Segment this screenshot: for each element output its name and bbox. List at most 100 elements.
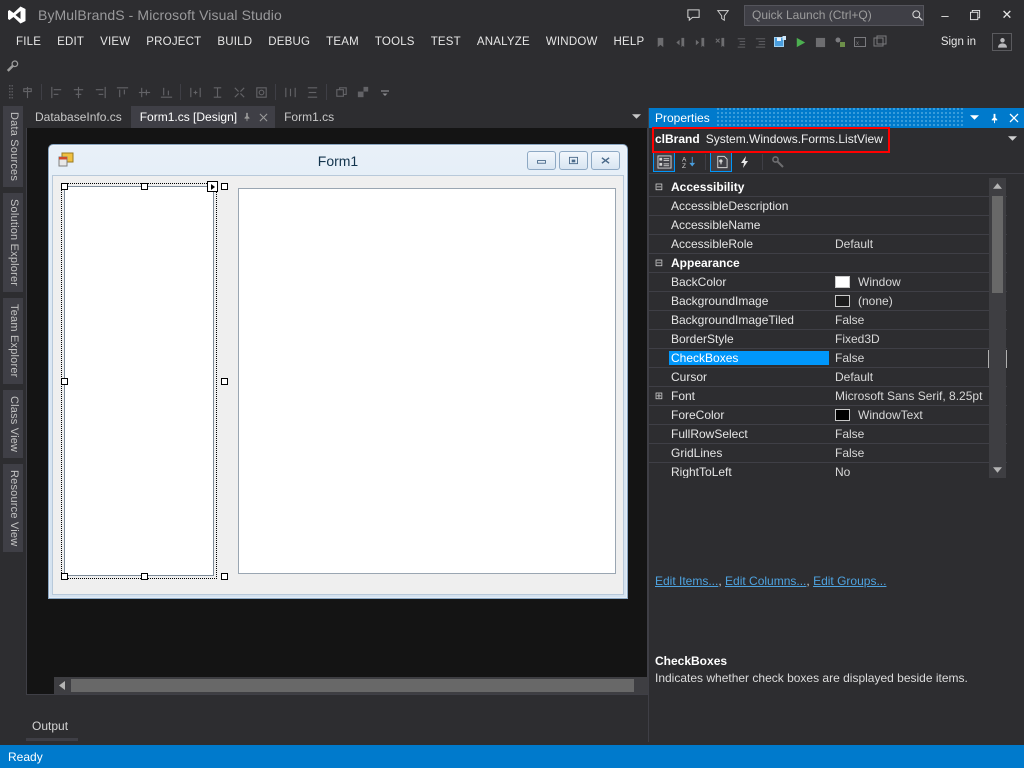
xml-window-icon[interactable]: x: [850, 31, 870, 53]
menu-item-build[interactable]: BUILD: [209, 30, 260, 54]
previous-bookmark-icon[interactable]: [670, 31, 690, 53]
property-row-font[interactable]: ⊞ Font Microsoft Sans Serif, 8.25pt: [649, 387, 1007, 406]
pin-icon[interactable]: [984, 108, 1004, 128]
menu-item-view[interactable]: VIEW: [92, 30, 138, 54]
align-middles-icon[interactable]: [133, 81, 155, 103]
property-grid-scrollbar[interactable]: [989, 178, 1006, 478]
pin-icon[interactable]: [239, 107, 254, 127]
tab-databaseinfo-cs[interactable]: DatabaseInfo.cs: [26, 106, 131, 128]
property-value[interactable]: Microsoft Sans Serif, 8.25pt: [829, 389, 1007, 403]
property-row-borderstyle[interactable]: BorderStyle Fixed3D: [649, 330, 1007, 349]
sidebar-item-resource-view[interactable]: Resource View: [3, 463, 23, 553]
menu-item-project[interactable]: PROJECT: [138, 30, 209, 54]
property-row-gridlines[interactable]: GridLines False: [649, 444, 1007, 463]
indent-icon[interactable]: [730, 31, 750, 53]
send-to-back-icon[interactable]: [352, 81, 374, 103]
property-row-forecolor[interactable]: ForeColor WindowText: [649, 406, 1007, 425]
property-row-accessiblerole[interactable]: AccessibleRole Default: [649, 235, 1007, 254]
property-value[interactable]: No: [829, 465, 1007, 478]
property-row-backcolor[interactable]: BackColor Window: [649, 273, 1007, 292]
property-category-appearance[interactable]: ⊟ Appearance: [649, 254, 1007, 273]
chevron-down-icon[interactable]: [628, 106, 644, 128]
make-same-width-icon[interactable]: [184, 81, 206, 103]
align-centers-icon[interactable]: [67, 81, 89, 103]
bookmark-icon[interactable]: [650, 31, 670, 53]
add-item-icon[interactable]: [830, 31, 850, 53]
categorized-button[interactable]: [653, 151, 675, 172]
property-row-cursor[interactable]: Cursor Default: [649, 368, 1007, 387]
bring-to-front-icon[interactable]: [330, 81, 352, 103]
property-row-backgroundimagetiled[interactable]: BackgroundImageTiled False: [649, 311, 1007, 330]
scrollbar-thumb[interactable]: [71, 679, 634, 692]
form-close-button[interactable]: [591, 151, 620, 170]
start-debug-icon[interactable]: [790, 31, 810, 53]
chevron-down-icon[interactable]: [964, 108, 984, 128]
scrollbar-thumb[interactable]: [992, 196, 1003, 293]
property-pages-button[interactable]: [767, 152, 789, 172]
wrench-icon[interactable]: [0, 54, 24, 78]
property-row-accessiblename[interactable]: AccessibleName: [649, 216, 1007, 235]
form-client-area[interactable]: [52, 175, 624, 595]
collapse-icon[interactable]: ⊟: [649, 182, 669, 193]
menu-item-file[interactable]: FILE: [8, 30, 49, 54]
alphabetical-button[interactable]: A Z: [677, 152, 699, 172]
stop-icon[interactable]: [810, 31, 830, 53]
search-input[interactable]: [745, 8, 911, 22]
events-button[interactable]: [734, 152, 756, 172]
feedback-icon[interactable]: [678, 0, 708, 30]
property-row-righttoleft[interactable]: RightToLeft No: [649, 463, 1007, 478]
sidebar-item-data-sources[interactable]: Data Sources: [3, 106, 23, 188]
property-row-backgroundimage[interactable]: BackgroundImage (none): [649, 292, 1007, 311]
overflow-chevron-icon[interactable]: [374, 81, 396, 103]
align-lefts-icon[interactable]: [16, 81, 38, 103]
make-same-height-icon[interactable]: [206, 81, 228, 103]
property-value[interactable]: Default: [829, 370, 1007, 384]
search-icon[interactable]: [911, 9, 924, 22]
collapse-icon[interactable]: ⊟: [649, 258, 669, 269]
align-tops-icon[interactable]: [111, 81, 133, 103]
account-icon[interactable]: [992, 33, 1012, 51]
vertical-spacing-icon[interactable]: [301, 81, 323, 103]
menu-item-team[interactable]: TEAM: [318, 30, 367, 54]
menu-item-window[interactable]: WINDOW: [538, 30, 606, 54]
toolbar-grip[interactable]: [6, 83, 16, 101]
close-icon[interactable]: [256, 107, 271, 127]
property-category-accessibility[interactable]: ⊟ Accessibility: [649, 178, 1007, 197]
menu-item-help[interactable]: HELP: [606, 30, 653, 54]
outdent-icon[interactable]: [750, 31, 770, 53]
property-value[interactable]: False: [829, 446, 1007, 460]
tab-form1-cs[interactable]: Form1.cs: [275, 106, 343, 128]
minimize-button[interactable]: –: [930, 0, 960, 30]
panel-drag-handle[interactable]: [715, 108, 964, 128]
property-row-checkboxes[interactable]: CheckBoxes False: [649, 349, 1007, 368]
menu-item-edit[interactable]: EDIT: [49, 30, 92, 54]
close-icon[interactable]: [1004, 108, 1024, 128]
align-left-edges-icon[interactable]: [45, 81, 67, 103]
horizontal-spacing-icon[interactable]: [279, 81, 301, 103]
restore-button[interactable]: [960, 0, 990, 30]
tab-form1-cs-design[interactable]: Form1.cs [Design]: [130, 106, 276, 128]
menu-item-debug[interactable]: DEBUG: [260, 30, 318, 54]
scroll-down-arrow-icon[interactable]: [989, 462, 1006, 478]
designer-horizontal-scrollbar[interactable]: [54, 677, 674, 694]
secondary-panel-control[interactable]: [238, 188, 616, 574]
property-value[interactable]: Fixed3D: [829, 332, 1007, 346]
size-to-grid-icon[interactable]: [250, 81, 272, 103]
align-rights-icon[interactable]: [89, 81, 111, 103]
save-all-icon[interactable]: [770, 31, 790, 53]
form-maximize-button[interactable]: [559, 151, 588, 170]
scroll-up-arrow-icon[interactable]: [989, 178, 1006, 194]
property-row-fullrowselect[interactable]: FullRowSelect False: [649, 425, 1007, 444]
close-button[interactable]: ✕: [990, 0, 1024, 30]
edit-groups-link[interactable]: Edit Groups...: [813, 574, 886, 588]
next-bookmark-icon[interactable]: [690, 31, 710, 53]
property-value[interactable]: False: [829, 427, 1007, 441]
funnel-icon[interactable]: [708, 0, 738, 30]
sidebar-item-team-explorer[interactable]: Team Explorer: [3, 298, 23, 384]
listview-control-clbrand[interactable]: [61, 183, 217, 579]
property-value[interactable]: False: [829, 313, 1007, 327]
chevron-down-icon[interactable]: [1004, 128, 1020, 150]
smart-tag-glyph[interactable]: [207, 181, 218, 192]
property-row-accessibledescription[interactable]: AccessibleDescription: [649, 197, 1007, 216]
expand-icon[interactable]: ⊞: [649, 391, 669, 402]
